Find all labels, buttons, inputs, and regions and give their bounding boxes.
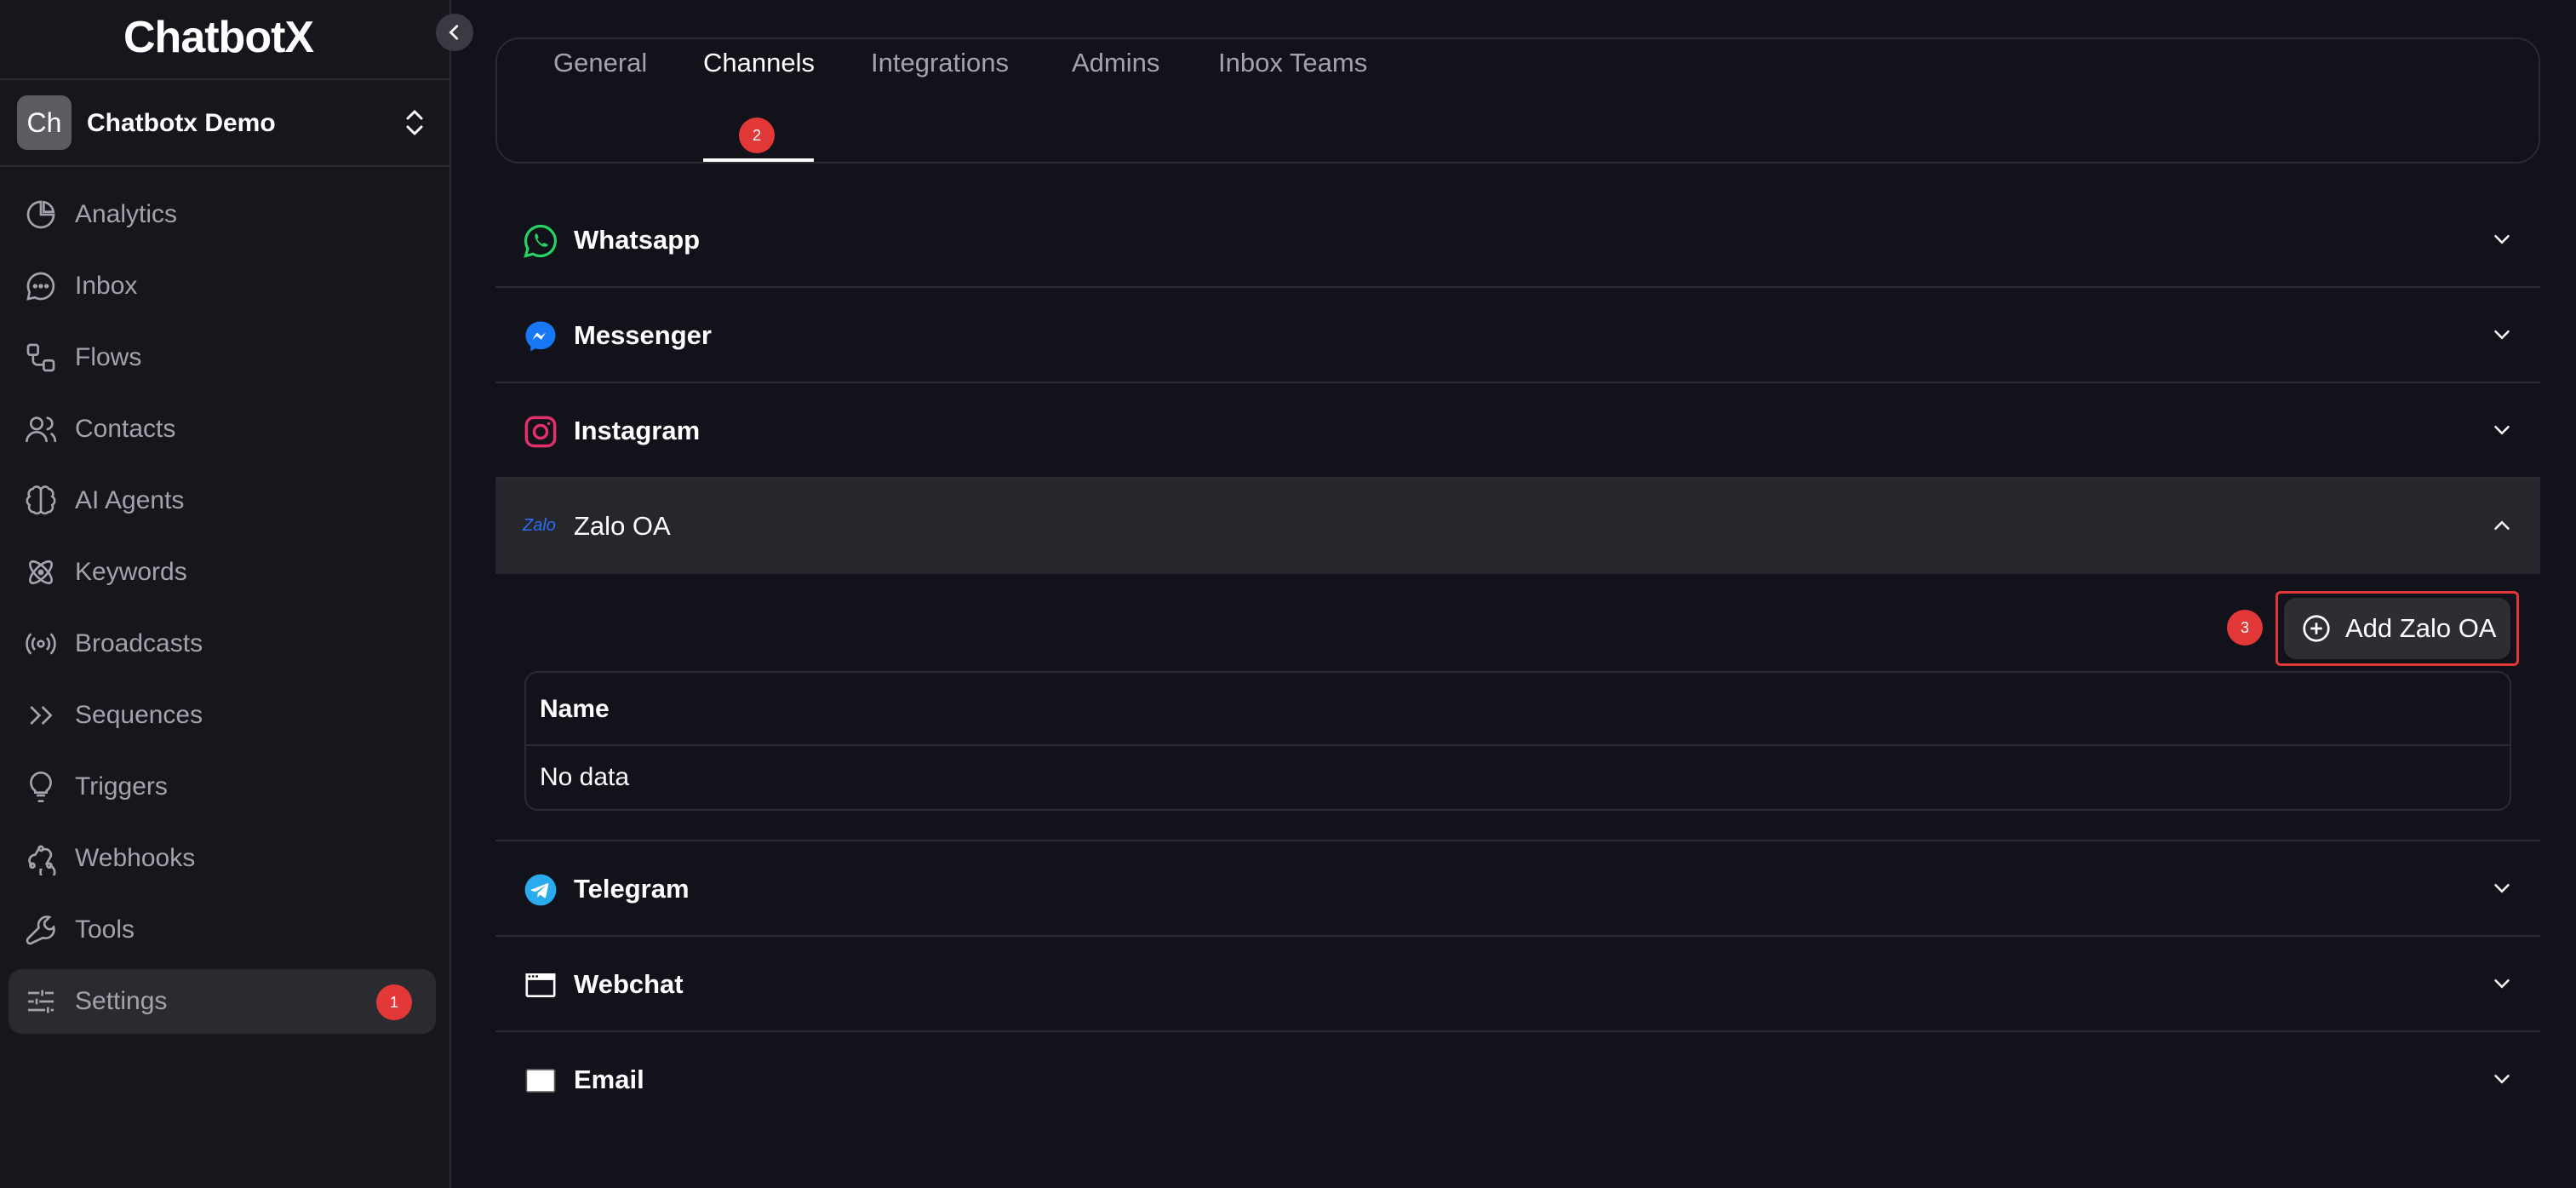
table-empty-state: No data bbox=[540, 763, 630, 791]
email-icon bbox=[525, 1069, 556, 1093]
channel-title: Messenger bbox=[574, 320, 712, 350]
lightbulb-icon bbox=[30, 771, 52, 802]
table-header-name: Name bbox=[540, 695, 610, 723]
table-divider bbox=[526, 744, 2510, 746]
chat-bubble-icon bbox=[26, 272, 55, 301]
step-badge: 1 bbox=[376, 984, 412, 1020]
sidebar-item-label: Flows bbox=[75, 343, 142, 371]
sliders-icon bbox=[28, 990, 54, 1013]
channel-title: Webchat bbox=[574, 969, 684, 999]
tab-channels[interactable]: Channels bbox=[703, 48, 815, 78]
whatsapp-icon bbox=[524, 224, 557, 258]
sidebar-item-settings[interactable]: Settings 1 bbox=[9, 969, 436, 1034]
webhook-icon bbox=[28, 845, 56, 875]
sidebar-item-ai-agents[interactable]: AI Agents bbox=[9, 468, 436, 533]
sidebar-item-label: Contacts bbox=[75, 415, 176, 443]
chevron-down-icon bbox=[2494, 884, 2510, 893]
pie-chart-icon bbox=[26, 200, 55, 229]
sidebar-item-keywords[interactable]: Keywords bbox=[9, 540, 436, 605]
instagram-icon bbox=[524, 416, 557, 448]
sidebar-item-sequences[interactable]: Sequences bbox=[9, 683, 436, 748]
tab-general[interactable]: General bbox=[553, 48, 647, 78]
wrench-icon bbox=[26, 915, 55, 945]
sidebar-item-label: AI Agents bbox=[75, 486, 185, 514]
zalo-oa-table: Name No data bbox=[524, 671, 2511, 811]
flow-icon bbox=[26, 343, 55, 372]
chevron-left-icon bbox=[449, 25, 459, 40]
tab-inbox-teams[interactable]: Inbox Teams bbox=[1218, 48, 1367, 78]
channel-webchat[interactable]: Webchat bbox=[495, 937, 2540, 1032]
sidebar-item-broadcasts[interactable]: Broadcasts bbox=[9, 611, 436, 676]
tab-integrations[interactable]: Integrations bbox=[871, 48, 1009, 78]
sidebar-item-flows[interactable]: Flows bbox=[9, 325, 436, 390]
channel-title: Email bbox=[574, 1065, 644, 1094]
zalo-icon: Zalo bbox=[523, 516, 556, 535]
messenger-icon bbox=[525, 321, 556, 352]
channel-whatsapp[interactable]: Whatsapp bbox=[495, 192, 2540, 288]
app-logo: ChatbotX bbox=[123, 13, 314, 62]
sidebar-item-label: Triggers bbox=[75, 772, 168, 801]
sidebar-item-triggers[interactable]: Triggers bbox=[9, 755, 436, 819]
webchat-icon bbox=[525, 973, 556, 997]
channel-telegram[interactable]: Telegram bbox=[495, 841, 2540, 937]
plus-circle-icon bbox=[2303, 615, 2330, 642]
tab-admins[interactable]: Admins bbox=[1072, 48, 1159, 78]
sidebar-item-label: Sequences bbox=[75, 701, 203, 729]
telegram-icon bbox=[524, 874, 557, 906]
chevron-down-icon bbox=[2494, 330, 2510, 340]
channel-messenger[interactable]: Messenger bbox=[495, 288, 2540, 383]
add-zalo-oa-label: Add Zalo OA bbox=[2345, 613, 2497, 643]
sidebar-item-label: Settings bbox=[75, 987, 168, 1015]
brain-icon bbox=[26, 485, 56, 515]
collapse-sidebar-button[interactable] bbox=[436, 14, 473, 51]
active-tab-indicator bbox=[703, 158, 814, 162]
sidebar-item-label: Keywords bbox=[75, 558, 187, 586]
channel-zalo-oa[interactable]: Zalo Zalo OA bbox=[495, 479, 2540, 574]
atom-icon bbox=[28, 560, 54, 585]
chevron-down-icon bbox=[2494, 426, 2510, 435]
chevron-down-icon bbox=[2494, 235, 2510, 244]
workspace-switcher[interactable]: Ch Chatbotx Demo bbox=[0, 78, 449, 167]
channel-instagram[interactable]: Instagram bbox=[495, 383, 2540, 479]
channel-email[interactable]: Email bbox=[495, 1032, 2540, 1128]
sidebar-item-inbox[interactable]: Inbox bbox=[9, 254, 436, 319]
chevron-up-icon bbox=[2494, 520, 2510, 530]
double-chevron-right-icon bbox=[30, 706, 53, 725]
sidebar-item-label: Broadcasts bbox=[75, 629, 203, 657]
workspace-name: Chatbotx Demo bbox=[87, 109, 276, 137]
users-icon bbox=[26, 416, 57, 443]
channel-title: Whatsapp bbox=[574, 225, 701, 255]
channel-title: Instagram bbox=[574, 416, 701, 445]
sidebar-item-label: Webhooks bbox=[75, 844, 196, 872]
sidebar-item-webhooks[interactable]: Webhooks bbox=[9, 826, 436, 891]
sidebar-item-contacts[interactable]: Contacts bbox=[9, 397, 436, 462]
step-badge: 2 bbox=[739, 118, 775, 153]
broadcast-icon bbox=[26, 633, 56, 655]
chevron-down-icon bbox=[2494, 1075, 2510, 1084]
channel-title: Zalo OA bbox=[574, 511, 671, 541]
workspace-avatar: Ch bbox=[17, 95, 72, 150]
add-zalo-oa-button[interactable]: Add Zalo OA bbox=[2284, 598, 2510, 659]
sidebar-nav: Analytics Inbox Flows Contacts AI Agents… bbox=[9, 182, 436, 1041]
sidebar-item-label: Inbox bbox=[75, 272, 138, 300]
sidebar-item-label: Analytics bbox=[75, 200, 178, 228]
sidebar-item-tools[interactable]: Tools bbox=[9, 898, 436, 962]
sidebar: ChatbotX Ch Chatbotx Demo Analytics Inbo… bbox=[0, 0, 451, 1188]
chevron-down-icon bbox=[2494, 979, 2510, 989]
step-badge: 3 bbox=[2227, 610, 2263, 646]
sidebar-item-label: Tools bbox=[75, 915, 135, 944]
chevron-updown-icon bbox=[406, 110, 423, 135]
channel-title: Telegram bbox=[574, 874, 690, 904]
sidebar-item-analytics[interactable]: Analytics bbox=[9, 182, 436, 247]
